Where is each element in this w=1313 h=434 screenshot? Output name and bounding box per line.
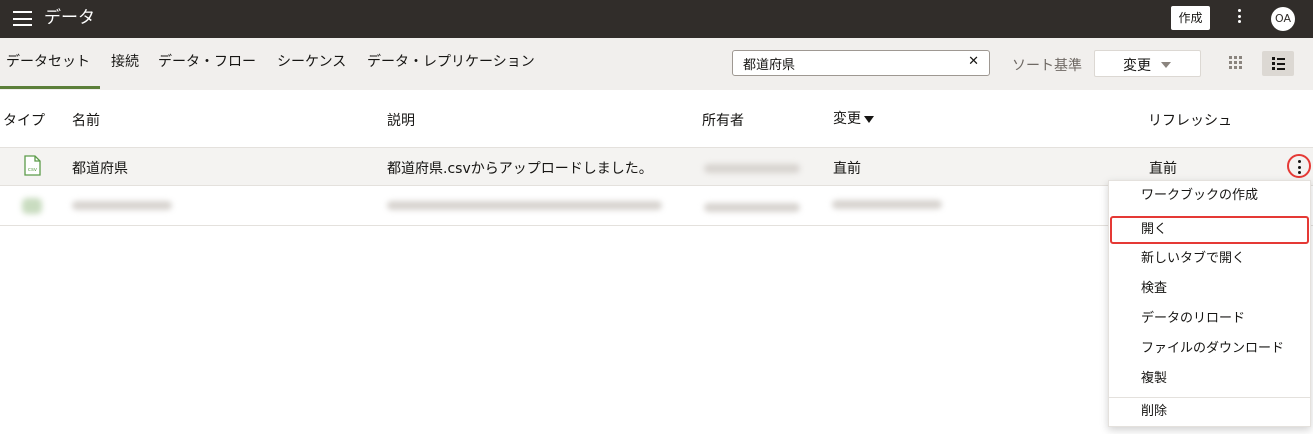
- tab-sequences[interactable]: シーケンス: [277, 52, 346, 72]
- tab-data-flows[interactable]: データ・フロー: [158, 52, 256, 72]
- dataset-name[interactable]: 都道府県: [72, 158, 128, 178]
- menu-item-download-file[interactable]: ファイルのダウンロード: [1109, 334, 1310, 364]
- more-options-icon[interactable]: [1231, 9, 1247, 29]
- dataset-refresh: 直前: [1149, 161, 1177, 177]
- menu-item-reload-data[interactable]: データのリロード: [1109, 304, 1310, 334]
- column-header-type: タイプ: [3, 113, 45, 129]
- active-tab-indicator: [0, 86, 100, 89]
- tab-data-replication[interactable]: データ・レプリケーション: [367, 52, 535, 72]
- chevron-down-icon: [1161, 62, 1171, 68]
- blurred-owner: [704, 203, 800, 212]
- column-header-modified[interactable]: 変更: [833, 108, 874, 128]
- column-header-owner[interactable]: 所有者: [702, 110, 744, 130]
- dataset-modified: 直前: [833, 161, 861, 177]
- list-view-icon[interactable]: [1262, 51, 1294, 76]
- create-button[interactable]: 作成: [1171, 6, 1210, 30]
- page-title: データ: [44, 8, 95, 28]
- sort-dropdown[interactable]: 変更: [1094, 50, 1201, 77]
- tab-connections[interactable]: 接続: [111, 52, 139, 72]
- user-avatar[interactable]: OA: [1271, 7, 1295, 31]
- sort-label: ソート基準: [1012, 58, 1082, 74]
- column-header-modified-label: 変更: [833, 111, 861, 127]
- menu-item-open[interactable]: 開く: [1109, 215, 1310, 245]
- menu-item-delete[interactable]: 削除: [1109, 397, 1310, 427]
- row-actions-icon[interactable]: [1287, 154, 1311, 178]
- csv-icon-text: csv: [28, 167, 38, 173]
- blurred-description: [387, 201, 662, 210]
- grid-view-icon[interactable]: [1229, 56, 1243, 70]
- column-header-description: 説明: [387, 113, 415, 129]
- column-header-refresh: リフレッシュ: [1148, 113, 1232, 129]
- sort-descending-icon: [864, 115, 874, 123]
- blurred-modified: [832, 200, 942, 209]
- menu-item-inspect[interactable]: 検査: [1109, 274, 1310, 304]
- owner-blurred: [704, 164, 800, 173]
- hamburger-menu-icon[interactable]: [13, 11, 32, 26]
- clear-icon[interactable]: ✕: [968, 54, 979, 69]
- csv-file-icon: csv: [24, 155, 41, 176]
- toolbar: データセット 接続 データ・フロー シーケンス データ・レプリケーション ✕ ソ…: [0, 38, 1313, 90]
- menu-item-create-workbook[interactable]: ワークブックの作成: [1109, 181, 1310, 211]
- blurred-file-icon: [22, 198, 42, 214]
- context-menu: ワークブックの作成 開く 新しいタブで開く 検査 データのリロード ファイルのダ…: [1108, 180, 1311, 427]
- sort-selected-value: 変更: [1123, 58, 1151, 74]
- app-bar: データ 作成 OA: [0, 0, 1313, 38]
- column-header-name[interactable]: 名前: [72, 110, 100, 130]
- dataset-description: 都道府県.csvからアップロードしました。: [387, 161, 653, 177]
- tab-datasets[interactable]: データセット: [6, 52, 90, 72]
- menu-item-open-new-tab[interactable]: 新しいタブで開く: [1109, 244, 1310, 274]
- search-box: ✕: [732, 50, 990, 76]
- blurred-name: [72, 201, 172, 210]
- search-input[interactable]: [733, 51, 968, 75]
- menu-item-duplicate[interactable]: 複製: [1109, 364, 1310, 394]
